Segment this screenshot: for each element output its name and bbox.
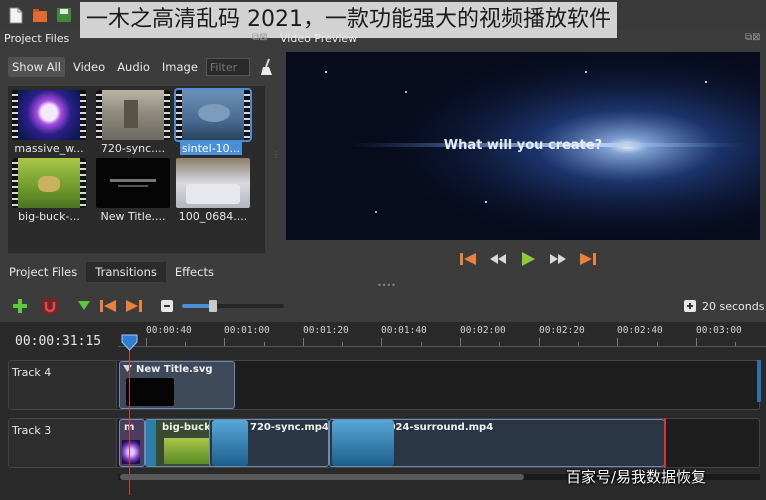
ruler-tick <box>303 338 304 346</box>
jump-start-icon[interactable] <box>458 251 478 267</box>
project-files-header: Project Files <box>4 32 70 45</box>
timeline-splitter-handle[interactable]: •••• <box>377 281 396 290</box>
track-name: Track 3 <box>9 419 117 467</box>
zoom-in-icon[interactable] <box>680 297 700 315</box>
previous-marker-icon[interactable] <box>98 297 118 315</box>
preview-float-close-icons[interactable]: ⧉⊠ <box>745 32 761 43</box>
file-filters: Show All Video Audio Image <box>8 57 274 77</box>
zoom-scale-label: 20 seconds <box>702 300 765 313</box>
timeline-clip[interactable]: New Title.svg <box>119 361 235 409</box>
file-thumbnail[interactable] <box>12 158 86 208</box>
video-preview-screen: What will you create? <box>286 52 760 240</box>
new-project-icon[interactable] <box>6 4 26 26</box>
playback-controls <box>458 251 598 267</box>
timeline-vertical-scrollbar[interactable] <box>757 360 761 402</box>
snapping-magnet-icon[interactable] <box>40 297 60 315</box>
jump-end-icon[interactable] <box>578 251 598 267</box>
file-label: 100_0684.... <box>178 210 248 223</box>
file-thumbnail[interactable] <box>96 158 170 208</box>
clip-title: 720-sync.mp4 <box>250 422 329 433</box>
project-tabs: Project Files Transitions Effects <box>0 262 223 282</box>
ruler-label: 00:03:00 <box>696 325 742 336</box>
track-name: Track 4 <box>9 361 117 409</box>
tab-transitions[interactable]: Transitions <box>86 262 166 282</box>
preview-title-text: What will you create? <box>443 138 603 153</box>
track-row[interactable]: Track 3 m big-buck- 720-sync.mp4 sintel-… <box>8 418 760 468</box>
file-label: big-buck-... <box>18 210 80 223</box>
ruler-label: 00:02:20 <box>539 325 585 336</box>
file-label: New Title.... <box>100 210 166 223</box>
zoom-slider[interactable] <box>182 300 284 312</box>
ruler-tick <box>381 338 382 346</box>
ruler-tick <box>224 338 225 346</box>
file-thumbnail[interactable] <box>12 90 86 140</box>
tab-effects[interactable]: Effects <box>166 262 223 282</box>
play-icon[interactable] <box>518 251 538 267</box>
timeline-toolbar: 20 seconds <box>0 293 766 321</box>
filter-search-input[interactable] <box>205 58 250 76</box>
filter-show-all-button[interactable]: Show All <box>8 57 65 77</box>
timeline-clip[interactable]: m <box>119 419 145 467</box>
ruler-tick <box>146 338 147 346</box>
ruler-tick <box>460 338 461 346</box>
watermark-text: 百家号/易我数据恢复 <box>566 468 707 486</box>
ruler-label: 00:01:00 <box>224 325 270 336</box>
file-label-selected: sintel-10... <box>180 142 242 155</box>
panel-float-close-icons[interactable]: ⧉⊠ <box>252 32 268 43</box>
video-preview-header: Video Preview <box>280 32 358 45</box>
file-thumbnail[interactable] <box>176 158 250 208</box>
file-thumbnail-selected[interactable] <box>174 88 252 142</box>
file-label: 720-sync.... <box>100 142 166 155</box>
scrollbar-thumb[interactable] <box>120 474 524 480</box>
ruler-label: 00:00:40 <box>146 325 192 336</box>
filter-image-button[interactable]: Image <box>158 57 202 77</box>
track-row[interactable]: Track 4 New Title.svg <box>8 360 760 410</box>
zoom-slider-handle[interactable] <box>208 300 217 312</box>
playhead-handle[interactable] <box>121 334 138 351</box>
tab-project-files[interactable]: Project Files <box>0 262 86 282</box>
ruler-label: 00:01:20 <box>303 325 349 336</box>
timeline-clip[interactable]: sintel-1024-surround.mp4 <box>329 419 665 467</box>
file-label: massive_w... <box>14 142 84 155</box>
filter-audio-button[interactable]: Audio <box>113 57 154 77</box>
ruler-label: 00:02:00 <box>460 325 506 336</box>
next-marker-icon[interactable] <box>124 297 144 315</box>
fast-forward-icon[interactable] <box>548 251 568 267</box>
clip-title: big-buck- <box>162 422 215 433</box>
current-timecode: 00:00:31:15 <box>15 334 102 349</box>
clip-title: New Title.svg <box>136 364 213 375</box>
zoom-out-icon[interactable] <box>157 297 177 315</box>
panel-splitter-handle[interactable]: ⋮ <box>272 150 280 168</box>
filter-video-button[interactable]: Video <box>69 57 109 77</box>
clip-menu-icon[interactable] <box>123 365 132 372</box>
ruler-label: 00:01:40 <box>381 325 427 336</box>
ruler-label: 00:02:40 <box>617 325 663 336</box>
project-files-grid: massive_w... 720-sync.... sintel-10... b… <box>8 86 265 253</box>
file-thumbnail[interactable] <box>96 90 170 140</box>
playhead-line <box>129 345 130 495</box>
ruler-tick <box>539 338 540 346</box>
timeline-end-marker <box>664 418 666 468</box>
ruler-tick <box>617 338 618 346</box>
timeline-clip[interactable]: 720-sync.mp4 <box>209 419 329 467</box>
add-track-icon[interactable] <box>10 297 30 315</box>
add-marker-icon[interactable] <box>74 297 94 315</box>
clear-filter-icon[interactable] <box>260 58 274 76</box>
rewind-icon[interactable] <box>488 251 508 267</box>
ruler-tick <box>696 338 697 346</box>
open-project-icon[interactable] <box>30 4 50 26</box>
ruler-baseline <box>118 346 766 347</box>
save-project-icon[interactable] <box>54 4 74 26</box>
